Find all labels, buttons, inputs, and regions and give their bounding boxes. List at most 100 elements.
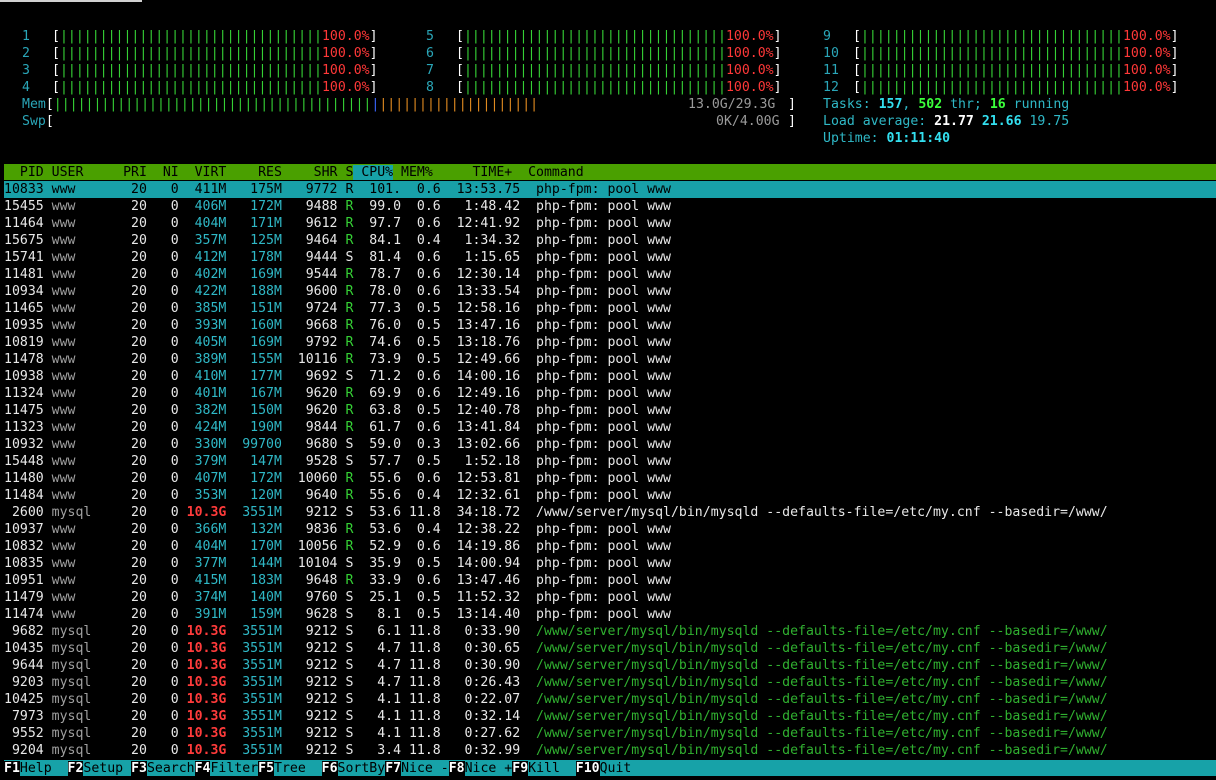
- column-ni[interactable]: NI: [147, 165, 179, 180]
- process-user: mysql: [43, 624, 124, 639]
- fkey-f7[interactable]: F7: [385, 761, 402, 776]
- load-15min: 19.75: [1029, 114, 1070, 129]
- process-nice: 0: [146, 539, 179, 554]
- process-row[interactable]: 11478 www 20 0 389M 155M 10116 R 73.9 0.…: [4, 351, 1216, 368]
- process-state: R: [337, 284, 354, 299]
- process-row[interactable]: 10938 www 20 0 410M 177M 9692 S 71.2 0.6…: [4, 368, 1216, 385]
- process-row[interactable]: 9204 mysql 20 0 10.3G 3551M 9212 S 3.4 1…: [4, 742, 1216, 759]
- fkey-label-f10[interactable]: Quit: [600, 761, 632, 776]
- process-nice: 0: [146, 437, 179, 452]
- process-user: www: [43, 301, 124, 316]
- column-shr[interactable]: SHR: [282, 165, 338, 180]
- fkey-label-f7[interactable]: Nice -: [401, 761, 449, 776]
- process-row[interactable]: 15675 www 20 0 357M 125M 9464 R 84.1 0.4…: [4, 232, 1216, 249]
- fkey-f9[interactable]: F9: [512, 761, 529, 776]
- process-row[interactable]: 10932 www 20 0 330M 99700 9680 S 59.0 0.…: [4, 436, 1216, 453]
- process-res: 3551M: [226, 641, 282, 656]
- fkey-f3[interactable]: F3: [131, 761, 147, 776]
- fkey-label-f6[interactable]: SortBy: [338, 761, 386, 776]
- process-row[interactable]: 2600 mysql 20 0 10.3G 3551M 9212 S 53.6 …: [4, 504, 1216, 521]
- column-user[interactable]: USER: [44, 165, 123, 180]
- process-pid: 10938: [4, 369, 44, 384]
- process-table-header[interactable]: PID USER PRI NI VIRT RES SHR S CPU% MEM%…: [4, 164, 1216, 180]
- process-row[interactable]: 15455 www 20 0 406M 172M 9488 R 99.0 0.6…: [4, 198, 1216, 215]
- process-row[interactable]: 11465 www 20 0 385M 151M 9724 R 77.3 0.5…: [4, 300, 1216, 317]
- process-row[interactable]: 11474 www 20 0 391M 159M 9628 S 8.1 0.5 …: [4, 606, 1216, 623]
- process-row[interactable]: 11479 www 20 0 374M 140M 9760 S 25.1 0.5…: [4, 589, 1216, 606]
- column-cpu[interactable]: CPU%: [353, 165, 394, 180]
- process-row[interactable]: 11323 www 20 0 424M 190M 9844 R 61.7 0.6…: [4, 419, 1216, 436]
- process-cpu: 97.7: [353, 216, 402, 231]
- process-row[interactable]: 10937 www 20 0 366M 132M 9836 R 53.6 0.4…: [4, 521, 1216, 538]
- fkey-label-f4[interactable]: Filter: [210, 761, 258, 776]
- column-pri[interactable]: PRI: [123, 165, 147, 180]
- process-row[interactable]: 11324 www 20 0 401M 167M 9620 R 69.9 0.6…: [4, 385, 1216, 402]
- fkey-label-f9[interactable]: Kill: [528, 761, 576, 776]
- process-res: 169M: [226, 267, 282, 282]
- process-row[interactable]: 11464 www 20 0 404M 171M 9612 R 97.7 0.6…: [4, 215, 1216, 232]
- fkey-label-f5[interactable]: Tree: [274, 761, 322, 776]
- process-row[interactable]: 10951 www 20 0 415M 183M 9648 R 33.9 0.6…: [4, 572, 1216, 589]
- fkey-label-f3[interactable]: Search: [147, 761, 195, 776]
- process-command: /www/server/mysql/bin/mysqld --defaults-…: [520, 624, 1108, 639]
- process-shr: 9544: [281, 267, 338, 282]
- process-row[interactable]: 15448 www 20 0 379M 147M 9528 S 57.7 0.5…: [4, 453, 1216, 470]
- process-time: 12:49.66: [440, 352, 521, 367]
- process-row[interactable]: 10832 www 20 0 404M 170M 10056 R 52.9 0.…: [4, 538, 1216, 555]
- process-row[interactable]: 11480 www 20 0 407M 172M 10060 R 55.6 0.…: [4, 470, 1216, 487]
- process-mem: 0.3: [401, 437, 441, 452]
- process-row[interactable]: 10935 www 20 0 393M 160M 9668 R 76.0 0.5…: [4, 317, 1216, 334]
- fkey-f8[interactable]: F8: [448, 761, 465, 776]
- process-virt: 385M: [178, 301, 227, 316]
- process-mem: 0.5: [401, 556, 441, 571]
- process-row[interactable]: 10425 mysql 20 0 10.3G 3551M 9212 S 4.1 …: [4, 691, 1216, 708]
- process-row[interactable]: 11484 www 20 0 353M 120M 9640 R 55.6 0.4…: [4, 487, 1216, 504]
- process-cpu: 4.1: [353, 709, 402, 724]
- fkey-label-f8[interactable]: Nice +: [465, 761, 513, 776]
- cpu-meter-10: 10 [|||||||||||||||||||||||||||||||||100.…: [823, 46, 1179, 61]
- process-row[interactable]: 10934 www 20 0 422M 188M 9600 R 78.0 0.6…: [4, 283, 1216, 300]
- process-row[interactable]: 10835 www 20 0 377M 144M 10104 S 35.9 0.…: [4, 555, 1216, 572]
- process-row[interactable]: 7973 mysql 20 0 10.3G 3551M 9212 S 4.1 1…: [4, 708, 1216, 725]
- fkey-f2[interactable]: F2: [67, 761, 84, 776]
- process-row[interactable]: 9682 mysql 20 0 10.3G 3551M 9212 S 6.1 1…: [4, 623, 1216, 640]
- process-row[interactable]: 15741 www 20 0 412M 178M 9444 S 81.4 0.6…: [4, 249, 1216, 266]
- process-pid: 10425: [4, 692, 44, 707]
- column-time[interactable]: TIME+: [433, 165, 512, 180]
- process-priority: 20: [123, 369, 147, 384]
- column-mem[interactable]: MEM%: [393, 165, 433, 180]
- column-pid[interactable]: PID: [4, 165, 44, 180]
- process-user: www: [43, 522, 124, 537]
- fkey-f1[interactable]: F1: [4, 761, 20, 776]
- process-row[interactable]: 9552 mysql 20 0 10.3G 3551M 9212 S 4.1 1…: [4, 725, 1216, 742]
- cpu-id: 10: [823, 46, 839, 61]
- fkey-label-f1[interactable]: Help: [20, 761, 68, 776]
- selected-process-row[interactable]: 10833 www 20 0 411M 175M 9772 R 101. 0.6…: [4, 181, 1216, 198]
- swp-label: Swp: [22, 114, 46, 129]
- fkey-f5[interactable]: F5: [258, 761, 275, 776]
- process-priority: 20: [123, 675, 147, 690]
- column-virt[interactable]: VIRT: [179, 165, 227, 180]
- column-s[interactable]: S: [338, 165, 353, 180]
- process-row[interactable]: 11481 www 20 0 402M 169M 9544 R 78.7 0.6…: [4, 266, 1216, 283]
- fkey-label-f2[interactable]: Setup: [83, 761, 131, 776]
- process-priority: 20: [123, 743, 147, 758]
- process-row[interactable]: 9644 mysql 20 0 10.3G 3551M 9212 S 4.7 1…: [4, 657, 1216, 674]
- process-virt: 357M: [178, 233, 227, 248]
- process-row[interactable]: 9203 mysql 20 0 10.3G 3551M 9212 S 4.7 1…: [4, 674, 1216, 691]
- process-state: S: [337, 556, 354, 571]
- process-cpu: 6.1: [353, 624, 402, 639]
- process-user: www: [43, 420, 124, 435]
- process-pid: 10935: [4, 318, 44, 333]
- process-pid: 11481: [4, 267, 44, 282]
- column-command[interactable]: Command: [512, 165, 584, 180]
- fkey-f6[interactable]: F6: [321, 761, 338, 776]
- process-row[interactable]: 11475 www 20 0 382M 150M 9620 R 63.8 0.5…: [4, 402, 1216, 419]
- process-row[interactable]: 10435 mysql 20 0 10.3G 3551M 9212 S 4.7 …: [4, 640, 1216, 657]
- fkey-f10[interactable]: F10: [575, 761, 600, 776]
- fkey-f4[interactable]: F4: [194, 761, 211, 776]
- process-row[interactable]: 10819 www 20 0 405M 169M 9792 R 74.6 0.5…: [4, 334, 1216, 351]
- process-state: S: [337, 641, 354, 656]
- column-res[interactable]: RES: [226, 165, 282, 180]
- process-cpu: 53.6: [353, 522, 402, 537]
